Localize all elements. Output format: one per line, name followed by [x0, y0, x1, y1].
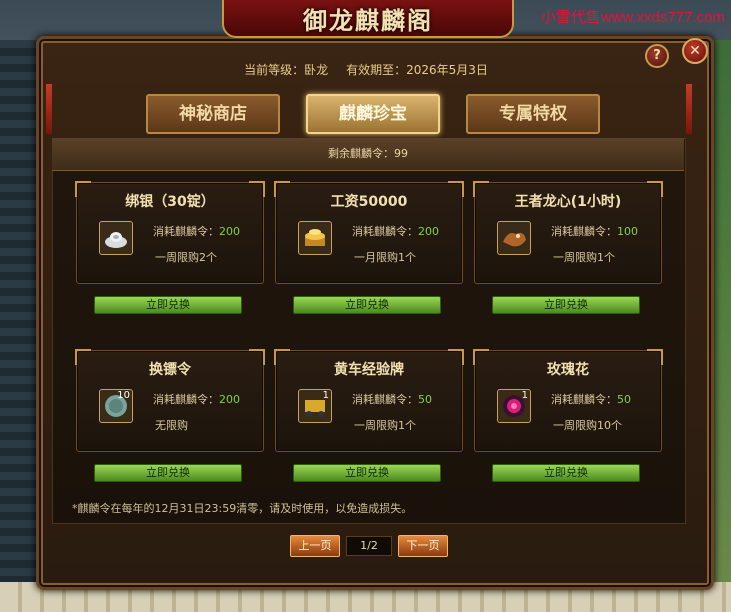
cost-text: 消耗麒麟令：100 — [551, 223, 638, 239]
cost-label: 消耗麒麟令： — [551, 225, 617, 238]
cost-value: 50 — [418, 393, 432, 406]
expiry-text: 有效期至：2026年5月3日 — [346, 62, 488, 77]
page-indicator: 1/2 — [346, 536, 392, 556]
item-card: 工资50000 消耗麒麟令：200 一月限购1个 — [274, 181, 464, 284]
dragon-heart-icon[interactable] — [497, 221, 531, 255]
limit-text: 一周限购1个 — [354, 419, 416, 432]
item-card: 黄车经验牌 1 消耗麒麟令：50 一周限购1个 — [274, 349, 464, 452]
window-title: 御龙麒麟阁 — [303, 5, 433, 35]
item-name: 工资50000 — [330, 194, 408, 210]
cost-label: 消耗麒麟令： — [352, 225, 418, 238]
cart-exp-icon[interactable]: 1 — [298, 389, 332, 423]
cost-text: 消耗麒麟令：200 — [153, 391, 240, 407]
reset-note: *麒麟令在每年的12月31日23:59清零，请及时使用，以免造成损失。 — [72, 502, 413, 515]
item-name: 换镖令 — [149, 362, 191, 378]
item-name: 绑银（30锭） — [125, 194, 215, 210]
remaining-tokens: 剩余麒麟令：99 — [52, 138, 684, 171]
limit-text: 一周限购10个 — [553, 419, 622, 432]
tab-bar: 神秘商店 麒麟珍宝 专属特权 — [140, 94, 600, 134]
cost-text: 消耗麒麟令：50 — [352, 391, 432, 407]
item-name: 玫瑰花 — [547, 362, 589, 378]
background-building — [0, 40, 40, 612]
exchange-button[interactable]: 立即兑换 — [293, 296, 441, 314]
item-name: 黄车经验牌 — [334, 362, 404, 378]
tab-mystery-shop[interactable]: 神秘商店 — [146, 94, 280, 134]
token-icon[interactable]: 10 — [99, 389, 133, 423]
gold-coin-icon[interactable] — [298, 221, 332, 255]
rose-icon[interactable]: 1 — [497, 389, 531, 423]
cost-value: 100 — [617, 225, 638, 238]
cost-value: 200 — [418, 225, 439, 238]
item-card: 玫瑰花 1 消耗麒麟令：50 一周限购10个 — [473, 349, 663, 452]
exchange-button[interactable]: 立即兑换 — [492, 464, 640, 482]
limit-text: 一周限购2个 — [155, 251, 217, 264]
cost-label: 消耗麒麟令： — [153, 393, 219, 406]
cost-label: 消耗麒麟令： — [153, 225, 219, 238]
exchange-button[interactable]: 立即兑换 — [293, 464, 441, 482]
exchange-button[interactable]: 立即兑换 — [492, 296, 640, 314]
limit-text: 一月限购1个 — [354, 251, 416, 264]
close-button[interactable]: ✕ — [682, 38, 708, 64]
cost-text: 消耗麒麟令：50 — [551, 391, 631, 407]
level-text: 当前等级：卧龙 — [244, 62, 329, 77]
cost-value: 200 — [219, 225, 240, 238]
cost-value: 200 — [219, 393, 240, 406]
next-page-button[interactable]: 下一页 — [398, 535, 448, 557]
left-tassel — [46, 84, 52, 134]
pagination: 上一页 1/2 下一页 — [290, 535, 448, 557]
item-count: 10 — [117, 390, 130, 401]
item-card: 王者龙心(1小时) 消耗麒麟令：100 一周限购1个 — [473, 181, 663, 284]
watermark-text: 小雪代售www.xxds777.com — [540, 9, 725, 26]
right-tassel — [686, 84, 692, 134]
cost-label: 消耗麒麟令： — [352, 393, 418, 406]
status-bar: 当前等级：卧龙 有效期至：2026年5月3日 — [48, 56, 684, 82]
cost-text: 消耗麒麟令：200 — [352, 223, 439, 239]
silver-ingot-icon[interactable] — [99, 221, 133, 255]
tab-qilin-treasure[interactable]: 麒麟珍宝 — [306, 94, 440, 134]
exchange-button[interactable]: 立即兑换 — [94, 296, 242, 314]
item-card: 绑银（30锭） 消耗麒麟令：200 一周限购2个 — [75, 181, 265, 284]
tab-exclusive-privilege[interactable]: 专属特权 — [466, 94, 600, 134]
cost-label: 消耗麒麟令： — [551, 393, 617, 406]
cost-value: 50 — [617, 393, 631, 406]
item-name: 王者龙心(1小时) — [514, 194, 622, 210]
item-card: 换镖令 10 消耗麒麟令：200 无限购 — [75, 349, 265, 452]
prev-page-button[interactable]: 上一页 — [290, 535, 340, 557]
item-count: 1 — [322, 390, 329, 401]
exchange-button[interactable]: 立即兑换 — [94, 464, 242, 482]
item-count: 1 — [521, 390, 528, 401]
title-plate: 御龙麒麟阁 — [222, 0, 514, 38]
limit-text: 一周限购1个 — [553, 251, 615, 264]
limit-text: 无限购 — [155, 419, 188, 432]
cost-text: 消耗麒麟令：200 — [153, 223, 240, 239]
